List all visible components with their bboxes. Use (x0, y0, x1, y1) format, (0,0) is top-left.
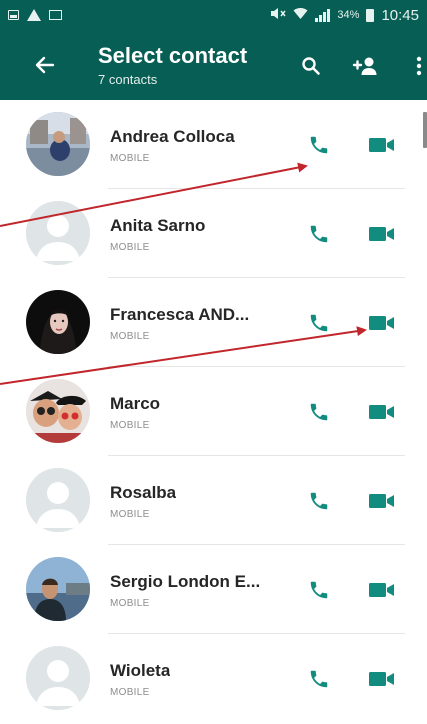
message-notification-icon (49, 10, 62, 20)
video-camera-icon (369, 672, 394, 686)
contact-row[interactable]: Wioleta MOBILE (0, 634, 427, 723)
contact-row[interactable]: Anita Sarno MOBILE (0, 189, 427, 278)
phone-type: MOBILE (110, 687, 150, 698)
phone-type: MOBILE (110, 598, 150, 609)
search-icon (302, 57, 320, 75)
contact-name: Wioleta (110, 661, 171, 680)
voice-call-button[interactable] (306, 132, 332, 158)
voice-call-button[interactable] (306, 221, 332, 247)
phone-icon (310, 225, 328, 243)
avatar (26, 112, 90, 176)
phone-type: MOBILE (110, 509, 150, 520)
clock: 10:45 (381, 6, 419, 24)
avatar (26, 468, 90, 532)
video-call-button[interactable] (368, 579, 396, 601)
video-call-button[interactable] (368, 401, 396, 423)
person-add-icon (352, 57, 377, 75)
add-contact-button[interactable] (351, 52, 379, 80)
wifi-icon (293, 7, 308, 23)
avatar (26, 646, 90, 710)
arrow-left-icon (35, 56, 55, 74)
battery-percent: 34% (337, 9, 360, 21)
contact-name: Marco (110, 394, 161, 413)
video-camera-icon (369, 138, 394, 152)
phone-icon (310, 670, 328, 688)
contact-name: Rosalba (110, 483, 177, 502)
phone-type: MOBILE (110, 242, 150, 253)
video-camera-icon (369, 316, 394, 330)
phone-type: MOBILE (110, 420, 150, 431)
app-bar: Select contact 7 contacts (0, 30, 427, 100)
mute-icon (270, 7, 287, 23)
contacts-count: 7 contacts (98, 72, 158, 87)
scrollbar-thumb[interactable] (423, 112, 427, 148)
signal-icon (315, 8, 331, 22)
phone-icon (310, 581, 328, 599)
video-call-button[interactable] (368, 312, 396, 334)
voice-call-button[interactable] (306, 399, 332, 425)
page-title: Select contact (98, 43, 248, 68)
search-button[interactable] (297, 52, 325, 80)
avatar (26, 201, 90, 265)
voice-call-button[interactable] (306, 488, 332, 514)
phone-icon (310, 314, 328, 332)
video-call-button[interactable] (368, 134, 396, 156)
contact-name: Francesca AND... (110, 305, 250, 324)
contact-name: Anita Sarno (110, 216, 206, 235)
video-camera-icon (369, 583, 394, 597)
video-call-button[interactable] (368, 223, 396, 245)
gallery-notification-icon (8, 10, 19, 20)
phone-type: MOBILE (110, 331, 150, 342)
avatar (26, 290, 90, 354)
phone-icon (310, 136, 328, 154)
avatar (26, 379, 90, 443)
video-camera-icon (369, 227, 394, 241)
video-call-button[interactable] (368, 490, 396, 512)
more-options-button[interactable] (405, 52, 427, 80)
title-block: Select contact 7 contacts (98, 43, 247, 89)
status-system: 34% 10:45 (270, 7, 419, 24)
phone-type: MOBILE (110, 153, 150, 164)
phone-icon (310, 403, 328, 421)
voice-call-button[interactable] (306, 666, 332, 692)
video-camera-icon (369, 494, 394, 508)
contact-name: Andrea Colloca (110, 127, 235, 146)
phone-icon (310, 492, 328, 510)
contact-row[interactable]: Francesca AND... MOBILE (0, 278, 427, 367)
status-notifications (8, 9, 62, 21)
contact-list: Andrea Colloca MOBILE Anita Sarno MOBILE (0, 100, 427, 723)
status-bar: 34% 10:45 (0, 0, 427, 30)
contact-row[interactable]: Rosalba MOBILE (0, 456, 427, 545)
video-camera-icon (369, 405, 394, 419)
contact-name: Sergio London E... (110, 572, 261, 591)
more-vert-icon (416, 56, 422, 76)
contact-row[interactable]: Andrea Colloca MOBILE (0, 100, 427, 189)
battery-icon (366, 8, 375, 22)
contact-row[interactable]: Marco MOBILE (0, 367, 427, 456)
warning-notification-icon (27, 9, 41, 21)
voice-call-button[interactable] (306, 310, 332, 336)
voice-call-button[interactable] (306, 577, 332, 603)
contact-row[interactable]: Sergio London E... MOBILE (0, 545, 427, 634)
back-button[interactable] (30, 50, 60, 80)
avatar (26, 557, 90, 621)
video-call-button[interactable] (368, 668, 396, 690)
